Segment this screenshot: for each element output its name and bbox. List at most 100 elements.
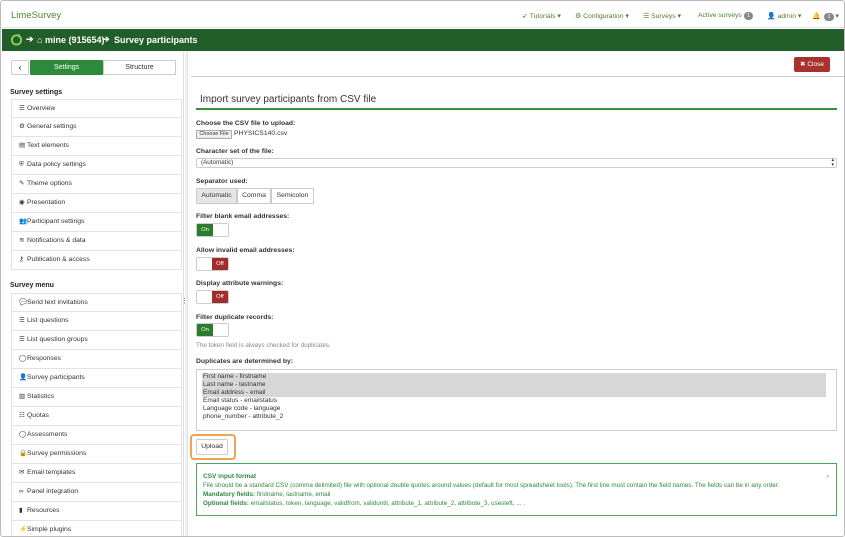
plug-icon: ⚡ [19, 526, 28, 533]
sidebar-item-label: Theme options [27, 180, 72, 187]
page-title: Import survey participants from CSV file [200, 94, 377, 105]
sidebar-item-presentation[interactable]: ◉ Presentation [11, 194, 182, 213]
sidebar-item-simple-plugins[interactable]: ⚡Simple plugins [11, 521, 182, 536]
sidebar-item-overview[interactable]: ☰ Overview [11, 99, 182, 118]
sidebar-item-text-elements[interactable]: ▤ Text elements [11, 137, 182, 156]
sidebar-item-label: Resources [27, 507, 60, 514]
sidebar-item-label: Responses [27, 355, 62, 362]
info-optional: Optional fields: emailstatus, token, lan… [203, 500, 525, 507]
caret-down-icon: ▾ [625, 13, 629, 20]
sidebar-item-resources[interactable]: ▮ Resources [11, 502, 182, 521]
sidebar-item-label: General settings [27, 123, 77, 130]
duplicate-field-option[interactable]: Email address - email [202, 389, 826, 397]
drag-handle-icon[interactable]: ⋮ [181, 297, 188, 305]
sidebar-item-survey-permissions[interactable]: 🔒Survey permissions [11, 445, 182, 464]
sidebar-item-list-questions[interactable]: ☰ List questions [11, 312, 182, 331]
caret-down-icon: ▾ [677, 13, 681, 20]
user-icon: 👤 [767, 13, 776, 20]
limesurvey-logo-icon[interactable] [10, 33, 23, 46]
sidebar-item-label: Data policy settings [27, 161, 86, 168]
sidebar-item-panel-integration[interactable]: ∞ Panel integration [11, 483, 182, 502]
separator-comma-button[interactable]: Comma [237, 188, 271, 204]
duplicate-field-option[interactable]: Last name - lastname [202, 381, 826, 389]
filter-blank-toggle[interactable]: On [196, 223, 229, 237]
file-upload-label: Choose the CSV file to upload: [196, 120, 296, 127]
nav-active-surveys[interactable]: Active surveys 1 [698, 12, 753, 20]
link-icon: ∞ [19, 488, 24, 495]
sidebar-item-label: Overview [27, 105, 56, 112]
sidebar-item-label: Text elements [27, 142, 69, 149]
duplicate-field-option[interactable]: Email status - emailstatus [202, 397, 826, 405]
duplicate-field-option[interactable]: First name - firstname [202, 373, 826, 381]
close-button[interactable]: ✖ Close [794, 57, 830, 72]
separator-label: Separator used: [196, 178, 248, 185]
sidebar-item-data-policy-settings[interactable]: ⛨ Data policy settings [11, 156, 182, 175]
close-icon: ✖ [800, 61, 806, 68]
list-icon: ☰ [19, 317, 25, 324]
sidebar-item-statistics[interactable]: ▥ Statistics [11, 388, 182, 407]
duplicate-fields-listbox[interactable]: First name - firstname Last name - lastna… [196, 369, 837, 431]
sidebar-item-assessments[interactable]: ◯Assessments [11, 426, 182, 445]
sidebar-item-general-settings[interactable]: ⚙ General settings [11, 118, 182, 137]
sidebar-item-publication-access[interactable]: ⚷ Publication & access [11, 251, 182, 270]
arrow-right-icon: ➔ [26, 34, 34, 44]
sidebar-resize-divider[interactable] [185, 52, 188, 536]
select-arrows-icon: ▴ ▾ [831, 157, 834, 168]
list-icon: ☰ [19, 105, 25, 112]
nav-admin[interactable]: 👤 admin ▾ [767, 12, 801, 20]
cogs-icon: ⚙ [19, 123, 25, 130]
sidebar-item-responses[interactable]: ◯Responses [11, 350, 182, 369]
breadcrumb-survey[interactable]: ⌂ mine (915654) [37, 35, 105, 45]
bell-icon: 🔔 [812, 13, 821, 20]
duplicate-field-option[interactable]: Language code - language [202, 405, 826, 413]
gear-icon: ⚙ [575, 13, 582, 20]
sidebar-item-label: Publication & access [27, 256, 90, 263]
chevron-left-icon: ‹ [18, 63, 22, 72]
notifications-badge: 1 [824, 13, 834, 21]
separator-automatic-button[interactable]: Automatic [196, 188, 237, 204]
tab-settings[interactable]: Settings [30, 60, 103, 75]
envelope-icon: ✉ [19, 469, 25, 476]
nav-configuration[interactable]: ⚙ Configuration ▾ [575, 12, 629, 20]
sidebar-item-notifications-data[interactable]: ≋ Notifications & data [11, 232, 182, 251]
users-icon: 👥 [19, 218, 28, 225]
sidebar-item-label: Survey participants [27, 374, 85, 381]
sidebar-item-label: Email templates [27, 469, 76, 476]
brand-logo[interactable]: LimeSurvey [11, 10, 61, 21]
active-surveys-badge: 1 [743, 12, 753, 20]
sidebar-item-send-text-invitations[interactable]: 💬Send text invitations [11, 293, 182, 312]
duplicate-field-option[interactable]: phone_number - attribute_2 [202, 413, 826, 421]
sidebar-item-label: Send text invitations [27, 299, 88, 306]
charset-select[interactable]: (Automatic) ▴ ▾ [196, 158, 837, 168]
tab-structure[interactable]: Structure [103, 60, 176, 75]
user-icon: 👤 [19, 374, 28, 381]
upload-button[interactable]: Upload [196, 439, 228, 455]
choose-file-button[interactable]: Choose File [196, 130, 232, 139]
sidebar-item-label: Presentation [27, 199, 66, 206]
sidebar-item-survey-participants[interactable]: 👤Survey participants [11, 369, 182, 388]
sidebar-item-label: List question groups [27, 336, 88, 343]
nav-tutorials[interactable]: ➶ Tutorials ▾ [522, 12, 561, 20]
sidebar-item-quotas[interactable]: ☷ Quotas [11, 407, 182, 426]
separator-semicolon-button[interactable]: Semicolon [271, 188, 314, 204]
sidebar-item-email-templates[interactable]: ✉ Email templates [11, 464, 182, 483]
nav-surveys[interactable]: ☰ Surveys ▾ [643, 12, 681, 20]
sidebar-item-participant-settings[interactable]: 👥Participant settings [11, 213, 182, 232]
info-title: CSV input format [203, 473, 257, 480]
sidebar-item-label: Survey permissions [27, 450, 87, 457]
sidebar-item-label: Simple plugins [27, 526, 72, 533]
close-icon[interactable]: × [825, 472, 830, 481]
top-navbar: LimeSurvey ➶ Tutorials ▾ ⚙ Configuration ▾… [2, 2, 844, 28]
comment-o-icon: ◯ [19, 355, 27, 362]
sidebar-item-list-question-groups[interactable]: ☰ List question groups [11, 331, 182, 350]
rocket-icon: ➶ [522, 13, 528, 20]
display-attribute-warnings-toggle[interactable]: Off [196, 290, 229, 304]
allow-invalid-toggle[interactable]: Off [196, 257, 229, 271]
collapse-sidebar-button[interactable]: ‹ [11, 60, 29, 75]
nav-notifications[interactable]: 🔔 1 ▾ [812, 12, 839, 21]
app-window: LimeSurvey ➶ Tutorials ▾ ⚙ Configuration ▾… [0, 0, 845, 537]
file-icon: ▮ [19, 507, 23, 514]
title-underline [196, 108, 837, 110]
filter-duplicates-toggle[interactable]: On [196, 323, 229, 337]
sidebar-item-theme-options[interactable]: ✎ Theme options [11, 175, 182, 194]
